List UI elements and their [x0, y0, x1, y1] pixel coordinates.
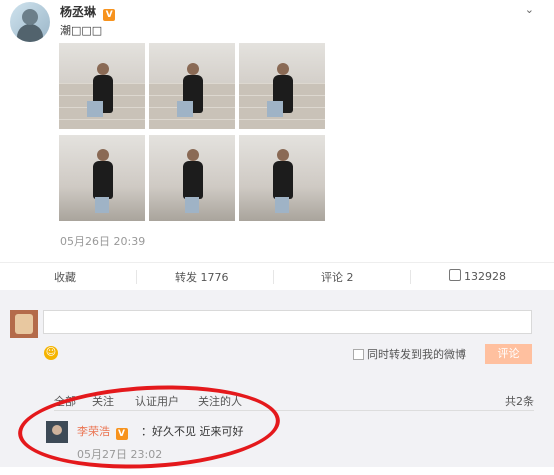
repost-checkbox[interactable]: [353, 349, 364, 360]
post-photo[interactable]: [149, 135, 235, 221]
author-name[interactable]: 杨丞琳 V: [60, 3, 116, 21]
action-divider: [136, 270, 137, 284]
comment-count: 共2条: [505, 395, 534, 408]
comment-input[interactable]: [43, 310, 532, 334]
favorite-button[interactable]: 收藏: [54, 269, 76, 285]
author-avatar[interactable]: [10, 2, 50, 42]
like-button[interactable]: 132928: [449, 269, 506, 283]
thumbs-up-icon: [449, 269, 461, 281]
emoji-icon[interactable]: ☺: [44, 346, 58, 360]
submit-comment-button[interactable]: 评论: [485, 344, 532, 364]
post-photo[interactable]: [149, 43, 235, 129]
post-photo[interactable]: [59, 43, 145, 129]
repost-button[interactable]: 转发 1776: [175, 269, 229, 285]
action-divider: [273, 270, 274, 284]
post-timestamp[interactable]: 05月26日 20:39: [60, 233, 145, 249]
author-name-text[interactable]: 杨丞琳: [60, 5, 96, 19]
repost-checkbox-label: 同时转发到我的微博: [367, 348, 466, 361]
post-photo[interactable]: [239, 135, 325, 221]
like-count: 132928: [464, 270, 506, 283]
comment-button[interactable]: 评论 2: [321, 269, 354, 285]
chevron-down-icon[interactable]: ⌄: [525, 3, 534, 16]
post-photo[interactable]: [59, 135, 145, 221]
verified-badge-icon: V: [103, 9, 116, 21]
action-bar: 收藏 转发 1776 评论 2 132928: [0, 262, 554, 291]
post-caption: 潮□□□: [60, 24, 103, 37]
action-divider: [410, 270, 411, 284]
post-photo[interactable]: [239, 43, 325, 129]
current-user-avatar: [10, 310, 38, 338]
